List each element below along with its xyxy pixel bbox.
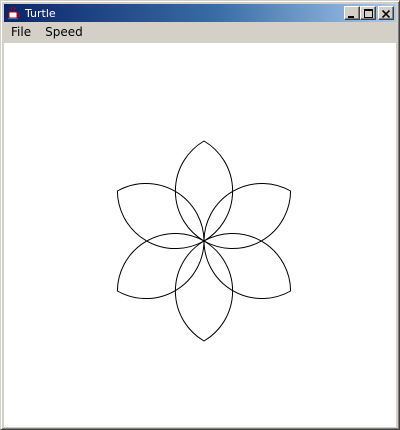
minimize-icon: [348, 6, 356, 21]
minimize-button[interactable]: [344, 6, 360, 20]
maximize-icon: [363, 6, 373, 21]
petal: [116, 182, 205, 250]
java-cup-icon: [6, 5, 22, 21]
menu-file[interactable]: File: [4, 23, 38, 42]
maximize-button[interactable]: [360, 6, 376, 20]
menu-bar: File Speed: [4, 23, 396, 42]
drawing-canvas[interactable]: [4, 43, 396, 427]
close-icon: [381, 6, 391, 21]
petal: [174, 140, 234, 242]
petal: [116, 232, 205, 300]
turtle-window: Turtle File Speed: [0, 0, 400, 430]
petal: [203, 232, 292, 300]
window-controls: [344, 6, 394, 20]
title-bar[interactable]: Turtle: [4, 4, 396, 22]
petal: [174, 240, 234, 342]
rosette-drawing: [116, 140, 292, 342]
menu-speed[interactable]: Speed: [38, 23, 90, 42]
petal: [203, 182, 292, 250]
close-button[interactable]: [378, 6, 394, 20]
window-title: Turtle: [25, 6, 56, 20]
